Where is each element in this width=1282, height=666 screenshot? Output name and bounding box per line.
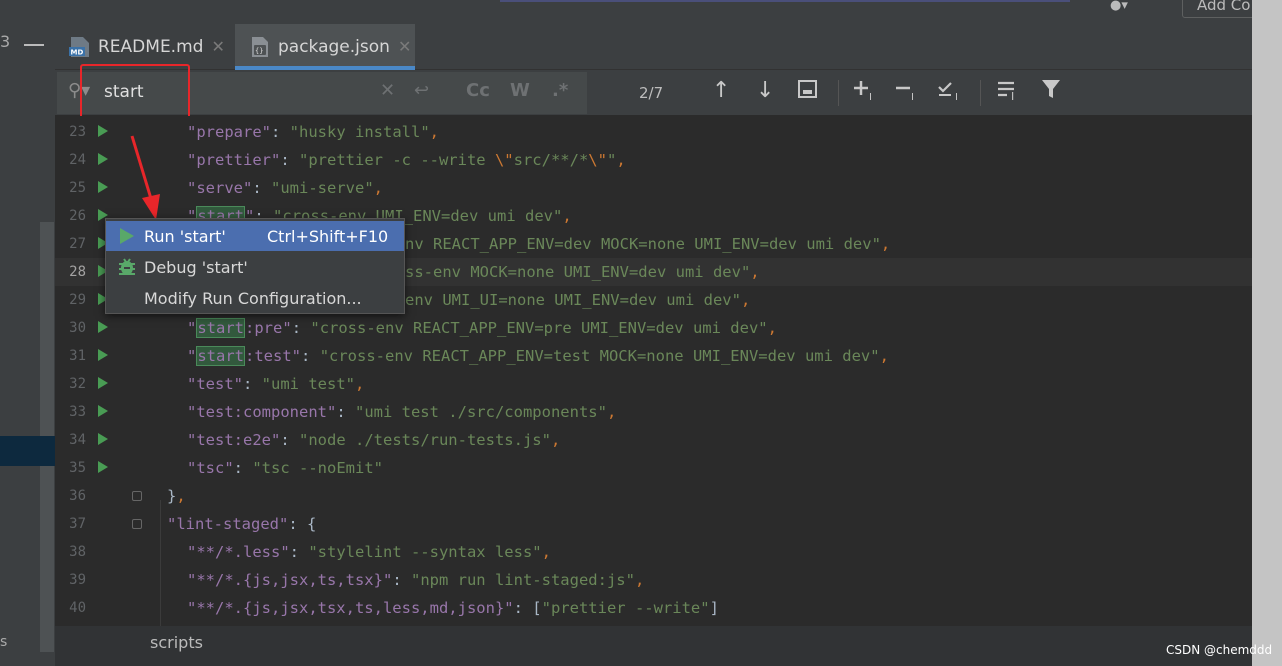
svg-text:I: I	[1011, 90, 1014, 102]
code-line: "**/*.{js,jsx,ts,tsx}": "npm run lint-st…	[187, 571, 645, 589]
code-line: "start:test": "cross-env REACT_APP_ENV=t…	[187, 346, 889, 366]
next-occurrence-icon[interactable]: ↓	[756, 78, 774, 103]
close-icon[interactable]: ✕	[398, 37, 411, 56]
menu-item-label: Modify Run Configuration...	[144, 288, 362, 308]
svg-text:{}: {}	[255, 47, 263, 55]
select-all-occurrences-icon[interactable]	[797, 78, 819, 106]
menu-item-label: Run 'start'	[144, 226, 226, 246]
breadcrumb[interactable]: scripts	[150, 633, 203, 652]
line-number: 39	[69, 572, 86, 588]
annotation-arrow	[130, 135, 160, 220]
svg-text:I: I	[869, 92, 872, 102]
run-icon	[116, 225, 138, 247]
menu-item-debug-start[interactable]: Debug 'start'	[106, 252, 404, 282]
fold-icon[interactable]	[132, 519, 142, 529]
json-file-icon: {}	[248, 35, 272, 59]
code-line: "lint-staged": {	[167, 515, 317, 533]
match-count: 2/7	[639, 84, 664, 102]
line-number: 23	[69, 124, 86, 140]
code-line: "test:component": "umi test ./src/compon…	[187, 403, 617, 421]
line-number: 35	[69, 460, 86, 476]
code-line: "**/*.{js,jsx,tsx,ts,less,md,json}": ["p…	[187, 599, 719, 617]
whole-words-toggle[interactable]: W	[510, 80, 530, 101]
run-gutter-icon[interactable]	[98, 321, 108, 333]
collapse-icon[interactable]	[24, 44, 44, 46]
code-line: "tsc": "tsc --noEmit"	[187, 459, 383, 477]
line-number: 27	[69, 236, 86, 252]
line-number: 26	[69, 208, 86, 224]
menu-item-modify-run-configuration[interactable]: Modify Run Configuration...	[106, 283, 404, 313]
run-gutter-icon[interactable]	[98, 433, 108, 445]
editor-tab-bar: MD README.md ✕ {} package.json ✕	[55, 24, 1252, 70]
annotation-highlight-box	[80, 64, 190, 122]
code-line: "start:pre": "cross-env REACT_APP_ENV=pr…	[187, 318, 777, 338]
project-panel-partial-label: s	[0, 634, 8, 650]
project-panel-selected-row[interactable]	[0, 436, 55, 466]
code-line: ss-env MOCK=none UMI_ENV=dev umi dev",	[405, 263, 760, 281]
svg-text:I: I	[911, 92, 914, 102]
menu-item-shortcut: Ctrl+Shift+F10	[267, 226, 389, 246]
title-bar	[0, 0, 1252, 24]
line-number: 38	[69, 544, 86, 560]
code-line: "test": "umi test",	[187, 375, 365, 393]
run-gutter-icon[interactable]	[98, 181, 108, 193]
profile-icon[interactable]: ●▾	[1110, 0, 1154, 13]
line-number: 37	[69, 516, 86, 532]
match-case-toggle[interactable]: Cc	[466, 80, 490, 101]
line-number: 31	[69, 348, 86, 364]
menu-item-label: Debug 'start'	[144, 257, 248, 277]
tab-package-json[interactable]: {} package.json ✕	[235, 24, 415, 69]
svg-text:MD: MD	[71, 48, 84, 56]
code-line: env UMI_UI=none UMI_ENV=dev umi dev",	[405, 291, 751, 309]
run-gutter-icon[interactable]	[98, 377, 108, 389]
code-line: "serve": "umi-serve",	[187, 179, 383, 197]
line-number: 28	[69, 264, 86, 280]
select-all-carets-icon[interactable]: I	[936, 78, 966, 108]
run-gutter-icon[interactable]	[98, 405, 108, 417]
run-context-menu: Run 'start' Ctrl+Shift+F10 Debug 'start'…	[105, 218, 405, 314]
window-edge	[1252, 0, 1282, 666]
code-line: "**/*.less": "stylelint --syntax less",	[187, 543, 551, 561]
line-number: 25	[69, 180, 86, 196]
previous-occurrence-icon[interactable]: ↑	[712, 78, 730, 103]
debug-icon	[116, 256, 138, 278]
breadcrumb-bar	[55, 626, 1252, 666]
code-line: "prettier": "prettier -c --write \"src/*…	[187, 151, 626, 169]
code-line: nv REACT_APP_ENV=dev MOCK=none UMI_ENV=d…	[405, 235, 891, 253]
tab-readme-label: README.md	[98, 36, 204, 57]
code-line: "prepare": "husky install",	[187, 123, 439, 141]
code-line: },	[167, 487, 186, 505]
run-gutter-icon[interactable]	[98, 461, 108, 473]
markdown-file-icon: MD	[68, 35, 92, 59]
code-line: "test:e2e": "node ./tests/run-tests.js",	[187, 431, 561, 449]
add-occurrence-icon[interactable]: I	[852, 78, 880, 108]
filter-icon[interactable]	[1040, 78, 1062, 106]
run-gutter-icon[interactable]	[98, 153, 108, 165]
indent-guide	[160, 500, 161, 626]
close-icon[interactable]: ✕	[211, 37, 224, 56]
tab-package-json-label: package.json	[278, 36, 390, 57]
run-gutter-icon[interactable]	[98, 349, 108, 361]
line-number: 32	[69, 376, 86, 392]
run-gutter-icon[interactable]	[98, 125, 108, 137]
clear-search-icon[interactable]: ✕	[380, 80, 395, 101]
tab-readme[interactable]: MD README.md ✕	[68, 24, 225, 69]
regex-toggle[interactable]: .*	[552, 80, 568, 101]
line-number: 36	[69, 488, 86, 504]
line-number: 33	[69, 404, 86, 420]
svg-text:I: I	[955, 92, 958, 102]
new-line-icon[interactable]: ↩	[414, 80, 429, 101]
line-number: 40	[69, 600, 86, 616]
menu-item-run-start[interactable]: Run 'start' Ctrl+Shift+F10	[106, 221, 404, 251]
fold-icon[interactable]	[132, 491, 142, 501]
line-number: 30	[69, 320, 86, 336]
project-panel-partial-text: 3	[0, 32, 11, 51]
unselect-occurrence-icon[interactable]: I	[894, 78, 922, 108]
line-number: 24	[69, 152, 86, 168]
filter-search-results-icon[interactable]: I	[996, 78, 1022, 108]
line-number: 29	[69, 292, 86, 308]
watermark: CSDN @chemddd	[1166, 643, 1273, 657]
line-number: 34	[69, 432, 86, 448]
